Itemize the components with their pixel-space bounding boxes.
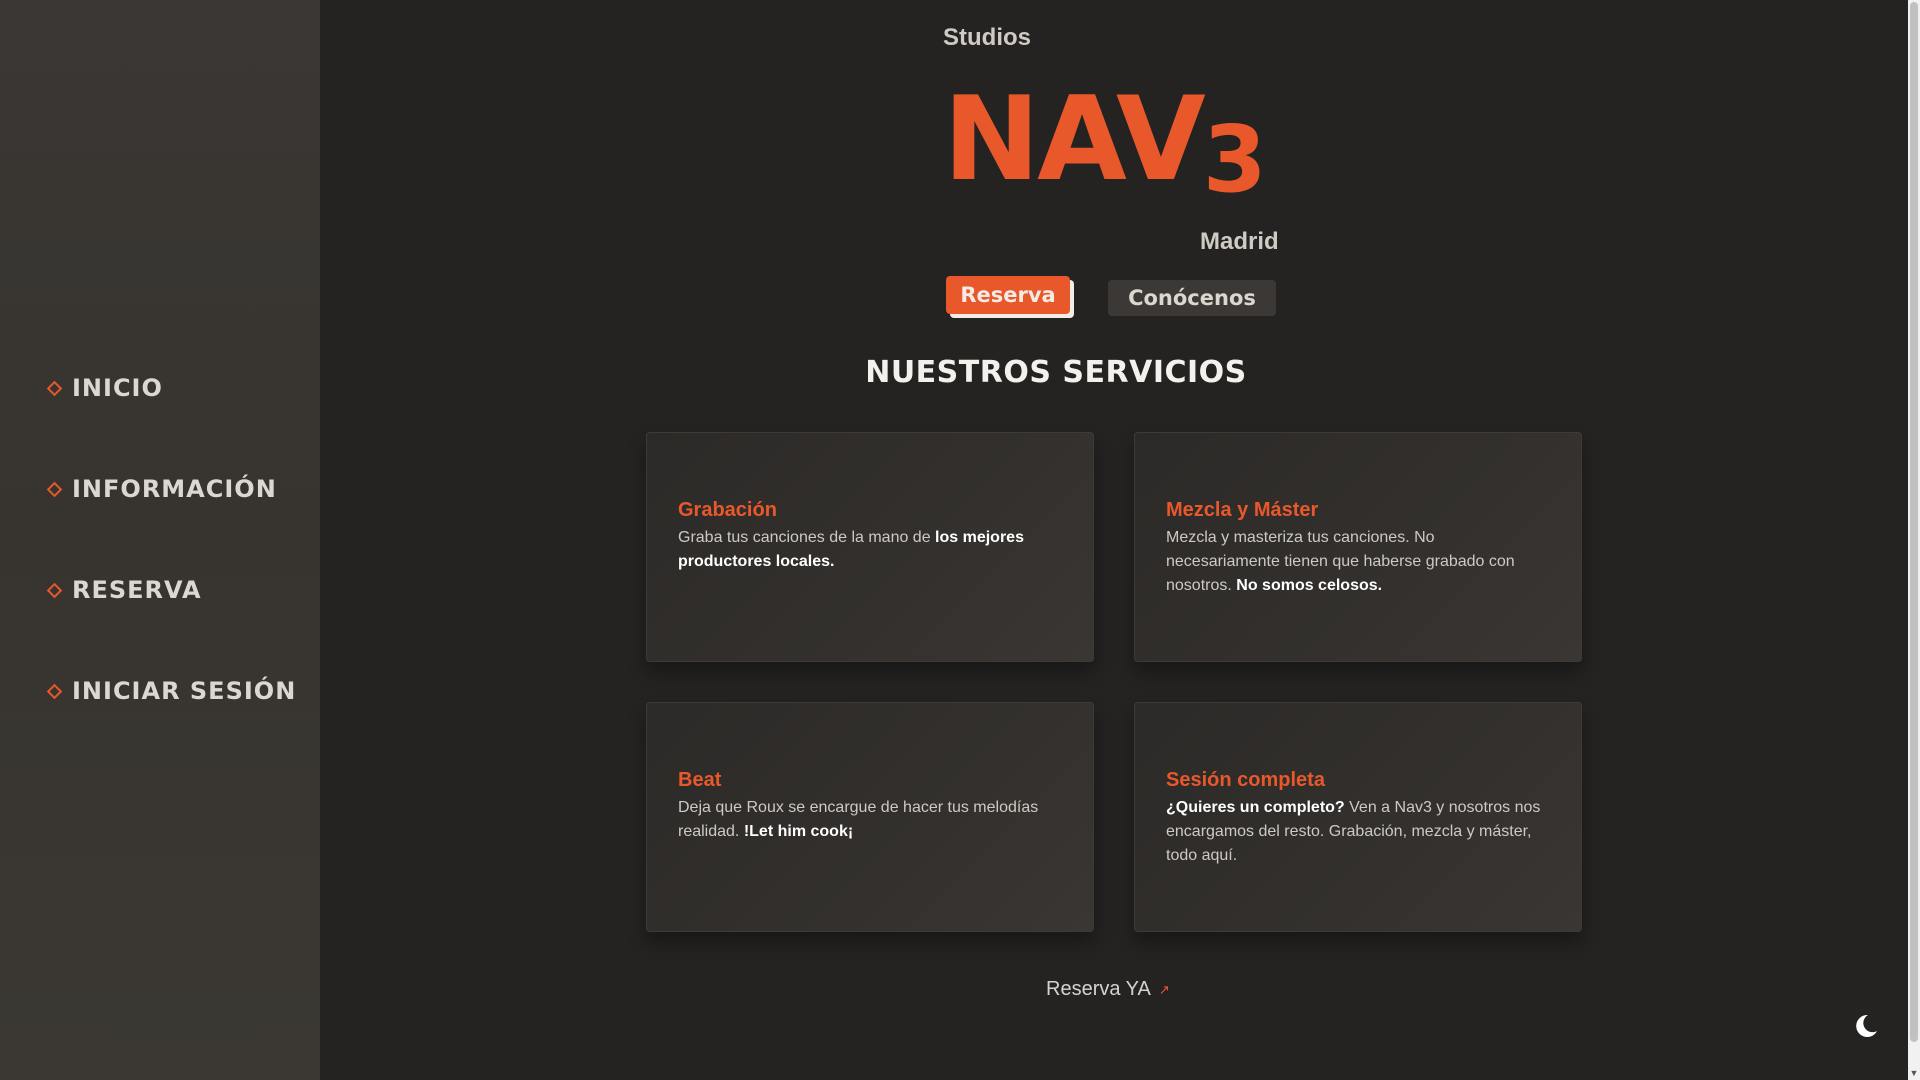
service-card-grabacion: Grabación Graba tus canciones de la mano… <box>646 432 1094 662</box>
service-card-title: Grabación <box>678 499 777 521</box>
reserve-button[interactable]: Reserva <box>946 276 1070 314</box>
vertical-scrollbar[interactable]: ▲ ▼ <box>1908 0 1920 1080</box>
service-card-text-plain: Graba tus canciones de la mano de <box>678 529 936 546</box>
sidebar-nav: INICIO INFORMACIÓN RESERVA INICIAR SESIÓ… <box>46 370 297 774</box>
service-card-text-bold: ¿Quieres un completo? <box>1166 799 1345 816</box>
theme-toggle-button[interactable] <box>1851 1012 1879 1040</box>
service-card-title: Mezcla y Máster <box>1166 499 1319 521</box>
studios-label: Studios <box>943 24 1031 51</box>
reserve-now-link[interactable]: Reserva YA ↗ <box>1046 978 1170 1001</box>
sidebar-item-reserva[interactable]: RESERVA <box>46 572 296 608</box>
main-content: Studios NAV3 Madrid Reserva Conócenos NU… <box>320 0 1908 1080</box>
service-card-text-plain: Deja que Roux se encargue de hacer tus m… <box>678 799 1039 840</box>
scrollbar-thumb[interactable] <box>1910 2 1918 1042</box>
scroll-down-icon[interactable]: ▼ <box>1908 1066 1920 1080</box>
service-card-text: Mezcla y masteriza tus canciones. No nec… <box>1166 526 1550 598</box>
service-card-text: Graba tus canciones de la mano de los me… <box>678 526 1062 574</box>
logo-number: 3 <box>1202 106 1267 213</box>
diamond-icon <box>46 481 63 497</box>
moon-icon <box>1856 1014 1877 1037</box>
service-card-beat: Beat Deja que Roux se encargue de hacer … <box>646 702 1094 932</box>
service-card-sesion-completa: Sesión completa ¿Quieres un completo? Ve… <box>1134 702 1582 932</box>
logo: NAV3 <box>943 80 1267 214</box>
sidebar-item-inicio[interactable]: INICIO <box>46 370 296 406</box>
diamond-icon <box>46 380 63 396</box>
arrow-up-right-icon: ↗ <box>1158 981 1170 997</box>
sidebar: INICIO INFORMACIÓN RESERVA INICIAR SESIÓ… <box>0 0 320 1080</box>
services-title: NUESTROS SERVICIOS <box>865 355 1247 390</box>
sidebar-item-label: RESERVA <box>72 576 202 604</box>
about-button[interactable]: Conócenos <box>1108 280 1276 316</box>
service-card-text-bold: No somos celosos. <box>1236 577 1383 594</box>
service-card-title: Sesión completa <box>1166 769 1325 791</box>
city-label: Madrid <box>1200 228 1279 255</box>
service-card-text: Deja que Roux se encargue de hacer tus m… <box>678 796 1062 844</box>
sidebar-item-informacion[interactable]: INFORMACIÓN <box>46 471 296 507</box>
diamond-icon <box>46 582 63 598</box>
sidebar-item-label: INFORMACIÓN <box>72 475 277 503</box>
service-card-mezcla: Mezcla y Máster Mezcla y masteriza tus c… <box>1134 432 1582 662</box>
service-card-text-bold: !Let him cook¡ <box>743 823 854 840</box>
logo-main-text: NAV <box>943 72 1206 207</box>
reserve-now-label: Reserva YA <box>1046 978 1151 1000</box>
sidebar-item-label: INICIAR SESIÓN <box>72 677 297 705</box>
sidebar-item-label: INICIO <box>72 374 163 402</box>
diamond-icon <box>46 683 63 699</box>
sidebar-item-iniciar-sesion[interactable]: INICIAR SESIÓN <box>46 673 297 709</box>
service-card-text: ¿Quieres un completo? Ven a Nav3 y nosot… <box>1166 796 1550 868</box>
service-card-title: Beat <box>678 769 722 791</box>
